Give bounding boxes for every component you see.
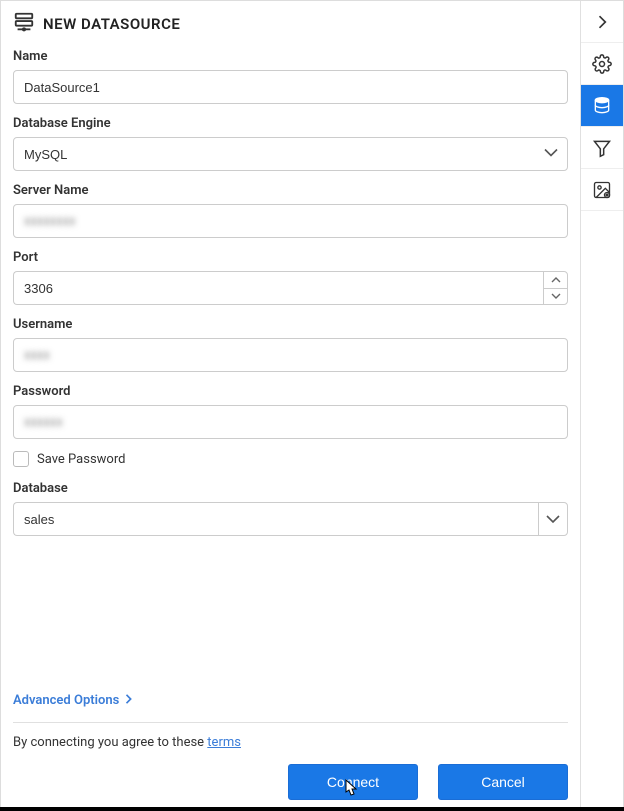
engine-select[interactable] [13, 137, 568, 171]
save-password-checkbox[interactable] [13, 451, 29, 467]
chevron-right-icon [125, 693, 133, 708]
rail-settings-button[interactable] [581, 43, 623, 85]
rail-image-settings-button[interactable] [581, 169, 623, 211]
rail-datasource-button[interactable] [581, 85, 623, 127]
port-step-down[interactable] [544, 289, 567, 305]
rail-expand-button[interactable] [581, 1, 623, 43]
terms-link[interactable]: terms [207, 735, 241, 750]
cancel-button[interactable]: Cancel [438, 764, 568, 800]
database-input[interactable] [13, 502, 538, 536]
server-label: Server Name [13, 183, 568, 198]
save-password-label: Save Password [37, 452, 125, 467]
datasource-icon [13, 11, 35, 37]
side-rail [581, 1, 623, 810]
divider [13, 722, 568, 723]
advanced-options-label: Advanced Options [13, 693, 119, 708]
rail-filter-button[interactable] [581, 127, 623, 169]
name-input[interactable] [13, 70, 568, 104]
advanced-options-toggle[interactable]: Advanced Options [13, 693, 568, 708]
server-input[interactable]: xxxxxxxx [13, 204, 568, 238]
new-datasource-panel: NEW DATASOURCE Name Database Engine Serv… [1, 1, 581, 810]
password-label: Password [13, 384, 568, 399]
database-dropdown-button[interactable] [538, 502, 568, 536]
username-label: Username [13, 317, 568, 332]
panel-title: NEW DATASOURCE [43, 15, 180, 33]
connect-button[interactable]: Connect [288, 764, 418, 800]
password-input[interactable]: xxxxxx [13, 405, 568, 439]
agree-text: By connecting you agree to these terms [13, 735, 568, 750]
bottom-bar [0, 807, 624, 811]
port-step-up[interactable] [544, 272, 567, 289]
port-input[interactable] [13, 271, 543, 305]
panel-header: NEW DATASOURCE [13, 11, 568, 37]
port-spinner [543, 271, 568, 305]
username-input[interactable]: xxxx [13, 338, 568, 372]
name-label: Name [13, 49, 568, 64]
port-label: Port [13, 250, 568, 265]
engine-label: Database Engine [13, 116, 568, 131]
database-label: Database [13, 481, 568, 496]
